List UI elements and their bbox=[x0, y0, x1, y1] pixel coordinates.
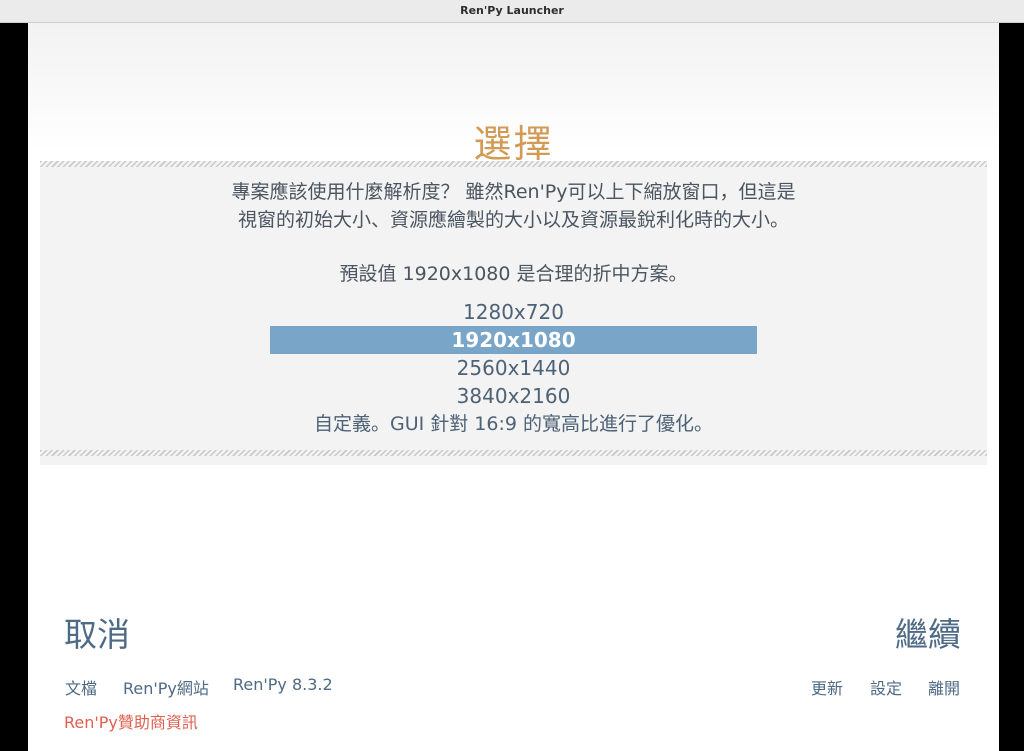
cancel-button[interactable]: 取消 bbox=[64, 608, 130, 656]
quit-link[interactable]: 離開 bbox=[928, 675, 960, 699]
description-line-2: 視窗的初始大小、資源應繪製的大小以及資源最銳利化時的大小。 bbox=[237, 209, 789, 231]
resolution-option-1920x1080[interactable]: 1920x1080 bbox=[270, 326, 757, 354]
launcher-window: 選擇 專案應該使用什麼解析度？ 雖然Ren'Py可以上下縮放窗口，但這是 視窗的… bbox=[28, 23, 999, 751]
panel-bottom-divider bbox=[40, 450, 987, 456]
window-title: Ren'Py Launcher bbox=[460, 4, 564, 17]
renpy-website-link[interactable]: Ren'Py網站 bbox=[123, 675, 209, 699]
preferences-link[interactable]: 設定 bbox=[870, 675, 902, 699]
resolution-option-1280x720[interactable]: 1280x720 bbox=[40, 298, 987, 326]
sponsor-info-link[interactable]: Ren'Py贊助商資訊 bbox=[64, 709, 198, 733]
default-note: 預設值 1920x1080 是合理的折中方案。 bbox=[339, 263, 688, 285]
continue-button[interactable]: 繼續 bbox=[895, 608, 961, 656]
resolution-option-3840x2160[interactable]: 3840x2160 bbox=[40, 382, 987, 410]
resolution-description: 專案應該使用什麼解析度？ 雖然Ren'Py可以上下縮放窗口，但這是 視窗的初始大… bbox=[40, 178, 987, 234]
resolution-option-2560x1440[interactable]: 2560x1440 bbox=[40, 354, 987, 382]
documentation-link[interactable]: 文檔 bbox=[65, 675, 97, 699]
renpy-version-link[interactable]: Ren'Py 8.3.2 bbox=[233, 675, 333, 694]
update-link[interactable]: 更新 bbox=[811, 675, 843, 699]
description-line-1: 專案應該使用什麼解析度？ 雖然Ren'Py可以上下縮放窗口，但這是 bbox=[231, 181, 796, 203]
resolution-option-custom[interactable]: 自定義。GUI 針對 16:9 的寬高比進行了優化。 bbox=[40, 410, 987, 438]
screen-title: 選擇 bbox=[473, 122, 554, 166]
window-titlebar: Ren'Py Launcher bbox=[0, 0, 1024, 23]
resolution-panel: 專案應該使用什麼解析度？ 雖然Ren'Py可以上下縮放窗口，但這是 視窗的初始大… bbox=[40, 161, 987, 465]
panel-top-divider bbox=[40, 161, 987, 167]
